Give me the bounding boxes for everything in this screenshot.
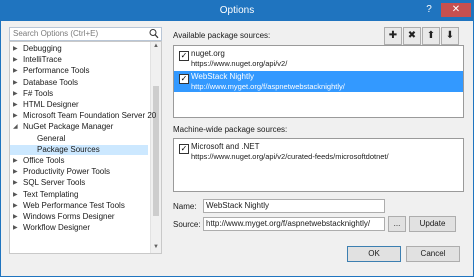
tree-item-label: Microsoft Team Foundation Server 20 — [23, 111, 157, 121]
cancel-button[interactable]: Cancel — [406, 246, 460, 262]
expand-arrow-icon[interactable]: ▶ — [13, 44, 18, 54]
tree-item-label: Windows Forms Designer — [23, 212, 115, 221]
expand-arrow-icon[interactable]: ▶ — [13, 100, 18, 110]
tree-item-label: Package Sources — [37, 144, 100, 154]
name-field[interactable]: WebStack Nightly — [203, 199, 385, 213]
source-enabled-checkbox[interactable]: ✓ — [179, 74, 189, 84]
source-enabled-checkbox[interactable]: ✓ — [179, 144, 189, 154]
tree-item[interactable]: ▶ Microsoft Team Foundation Server 20 — [10, 111, 156, 121]
options-dialog: Options ? ✕ Search Options (Ctrl+E) ▲ ▼ … — [0, 0, 474, 277]
tree-item-label: Office Tools — [23, 156, 65, 165]
expand-arrow-icon[interactable]: ▶ — [13, 89, 18, 99]
window-title: Options — [219, 5, 255, 16]
tree-item[interactable]: ▶ Performance Tools — [10, 66, 148, 76]
expand-arrow-icon[interactable]: ▶ — [13, 201, 18, 211]
available-sources-list[interactable]: ✓ nuget.org https://www.nuget.org/api/v2/✓… — [173, 45, 464, 118]
tree-item[interactable]: ▶ Debugging — [10, 44, 148, 54]
package-source-item[interactable]: ✓ Microsoft and .NET https://www.nuget.org… — [174, 141, 463, 162]
tree-item[interactable]: ▶ SQL Server Tools — [10, 178, 148, 188]
name-label-text: Name: — [173, 202, 197, 211]
machine-sources-label: Machine-wide package sources: — [173, 125, 288, 134]
move-down-button[interactable]: ⬇ — [441, 27, 459, 45]
tree-item[interactable]: ▶ Productivity Power Tools — [10, 167, 148, 177]
tree-subitem[interactable]: General — [10, 134, 148, 144]
browse-button[interactable]: ... — [388, 216, 406, 232]
source-name: WebStack Nightly — [191, 72, 254, 81]
source-name: nuget.org — [191, 49, 225, 58]
machine-sources-list[interactable]: ✓ Microsoft and .NET https://www.nuget.org… — [173, 138, 464, 192]
tree-item-label: SQL Server Tools — [23, 178, 86, 188]
source-url: https://www.nuget.org/api/v2/ — [191, 59, 288, 68]
tree-item-label: Workflow Designer — [23, 223, 90, 233]
source-name: Microsoft and .NET — [191, 142, 260, 151]
title-bar[interactable]: Options ? ✕ — [1, 1, 473, 21]
source-label-text: Source: — [173, 220, 201, 229]
tree-item-label: Database Tools — [23, 77, 78, 87]
tree-item-label: Web Performance Test Tools — [23, 200, 125, 210]
tree-scrollbar[interactable]: ▲ ▼ — [150, 42, 161, 253]
available-sources-label: Available package sources: — [173, 31, 271, 40]
expand-arrow-icon[interactable]: ▶ — [13, 111, 18, 121]
tree-item[interactable]: ▶ F# Tools — [10, 89, 148, 99]
package-source-item[interactable]: ✓ nuget.org https://www.nuget.org/api/v2/ — [174, 48, 463, 69]
scroll-thumb[interactable] — [153, 86, 159, 216]
expand-arrow-icon[interactable]: ▶ — [13, 66, 18, 76]
options-tree[interactable]: ▲ ▼ ▶ Debugging ▶ IntelliTrace ▶ Performance … — [9, 41, 162, 254]
tree-item-label: Performance Tools — [23, 66, 90, 76]
tree-subitem[interactable]: Package Sources — [10, 144, 148, 155]
tree-item-label: Productivity Power Tools — [23, 167, 110, 177]
expand-arrow-icon[interactable]: ▶ — [13, 178, 18, 188]
search-icon — [149, 29, 159, 39]
source-label: Source: — [173, 220, 201, 229]
tree-item[interactable]: ◢ NuGet Package Manager — [10, 122, 148, 132]
tree-item-label: Text Templating — [23, 189, 79, 199]
search-placeholder: Search Options (Ctrl+E) — [13, 29, 99, 38]
tree-item[interactable]: ▶ Text Templating — [10, 190, 148, 200]
tree-item[interactable]: ▶ HTML Designer — [10, 100, 148, 110]
name-label: Name: — [173, 202, 197, 211]
ok-button[interactable]: OK — [347, 246, 401, 262]
tree-item[interactable]: ▶ Workflow Designer — [10, 223, 148, 233]
scroll-up-icon[interactable]: ▲ — [152, 43, 160, 51]
tree-item-label: IntelliTrace — [23, 55, 62, 65]
move-up-button[interactable]: ⬆ — [422, 27, 440, 45]
expand-arrow-icon[interactable]: ▶ — [13, 78, 18, 88]
tree-item[interactable]: ▶ IntelliTrace — [10, 55, 148, 65]
tree-item[interactable]: ▶ Database Tools — [10, 78, 148, 88]
close-button[interactable]: ✕ — [441, 3, 471, 17]
search-input[interactable]: Search Options (Ctrl+E) — [9, 27, 162, 41]
expand-arrow-icon[interactable]: ▶ — [13, 55, 18, 65]
tree-item-label: Debugging — [23, 44, 62, 53]
source-enabled-checkbox[interactable]: ✓ — [179, 51, 189, 61]
add-source-button[interactable]: ✚ — [384, 27, 402, 45]
update-button[interactable]: Update — [409, 216, 456, 232]
help-button[interactable]: ? — [419, 3, 439, 17]
expand-arrow-icon[interactable]: ▶ — [13, 156, 18, 166]
expand-arrow-icon[interactable]: ◢ — [13, 122, 18, 132]
source-url: http://www.myget.org/f/aspnetwebstacknig… — [191, 82, 345, 91]
expand-arrow-icon[interactable]: ▶ — [13, 212, 18, 222]
expand-arrow-icon[interactable]: ▶ — [13, 167, 18, 177]
tree-item-label: General — [37, 133, 66, 143]
tree-item[interactable]: ▶ Windows Forms Designer — [10, 212, 148, 222]
tree-item-label: NuGet Package Manager — [23, 122, 114, 132]
tree-item[interactable]: ▶ Web Performance Test Tools — [10, 201, 148, 211]
source-url: https://www.nuget.org/api/v2/curated-fee… — [191, 152, 389, 161]
scroll-down-icon[interactable]: ▼ — [152, 244, 160, 252]
source-field[interactable]: http://www.myget.org/f/aspnetwebstacknig… — [203, 217, 385, 231]
tree-item-label: F# Tools — [23, 88, 54, 98]
expand-arrow-icon[interactable]: ▶ — [13, 190, 18, 200]
tree-item-label: HTML Designer — [23, 100, 79, 109]
expand-arrow-icon[interactable]: ▶ — [13, 223, 18, 233]
remove-source-button[interactable]: ✖ — [403, 27, 421, 45]
tree-item[interactable]: ▶ Office Tools — [10, 156, 148, 166]
package-source-item[interactable]: ✓ WebStack Nightly http://www.myget.org/f/… — [174, 71, 463, 92]
